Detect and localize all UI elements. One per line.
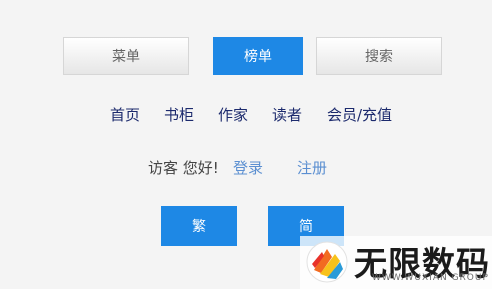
nav-membership-link[interactable]: 会员/充值: [327, 104, 392, 125]
brand-logo-icon: [306, 241, 348, 283]
tab-search[interactable]: 搜索: [316, 37, 442, 75]
watermark: 无限数码 WWW.WUXIAN GROUP: [300, 236, 492, 289]
register-link[interactable]: 注册: [297, 157, 327, 178]
visitor-greeting: 访客 您好!: [148, 159, 219, 177]
tab-ranking[interactable]: 榜单: [213, 37, 303, 75]
traditional-chinese-button[interactable]: 繁: [161, 206, 237, 246]
brand-subtitle: WWW.WUXIAN GROUP: [372, 273, 489, 283]
nav-home-link[interactable]: 首页: [110, 104, 140, 125]
tab-menu[interactable]: 菜单: [63, 37, 189, 75]
login-link[interactable]: 登录: [233, 157, 263, 178]
nav-authors-link[interactable]: 作家: [218, 104, 248, 125]
nav-bookshelf-link[interactable]: 书柜: [164, 104, 194, 125]
nav-readers-link[interactable]: 读者: [272, 104, 302, 125]
